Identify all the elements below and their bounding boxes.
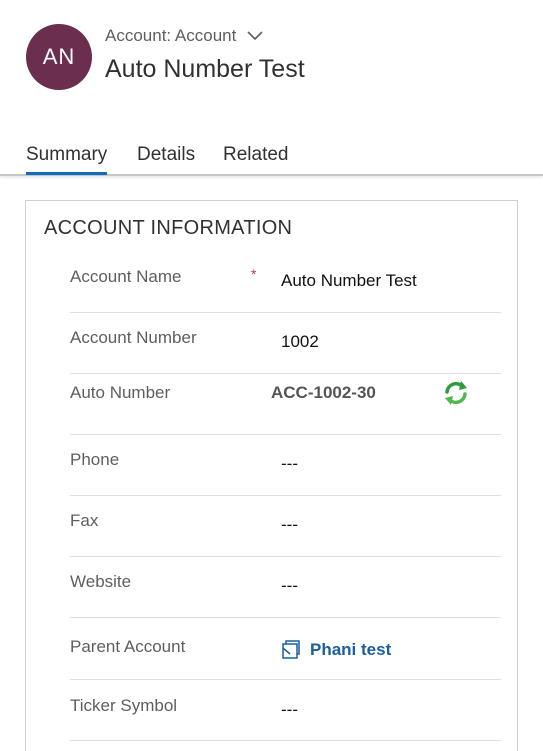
field-account-name: Account Name * Auto Number Test — [70, 252, 501, 313]
field-ticker-symbol: Ticker Symbol --- — [70, 680, 501, 741]
entity-label: Account: Account — [105, 26, 237, 45]
field-auto-number: Auto Number ACC-1002-30 — [70, 374, 501, 435]
field-label: Fax — [70, 511, 99, 530]
field-website: Website --- — [70, 557, 501, 618]
account-form-page: AN Account: Account Auto Number Test Sum… — [0, 0, 543, 751]
tab-summary[interactable]: Summary — [26, 144, 108, 175]
field-parent-account: Parent Account Phani test — [70, 619, 501, 680]
avatar-initials: AN — [42, 44, 76, 69]
field-label: Parent Account — [70, 637, 186, 656]
field-label: Account Number — [70, 328, 197, 347]
account-name-value[interactable]: Auto Number Test — [281, 271, 417, 291]
tab-related[interactable]: Related — [223, 144, 289, 172]
chevron-down-icon[interactable] — [246, 30, 264, 42]
ticker-symbol-value[interactable]: --- — [281, 700, 298, 720]
account-number-value[interactable]: 1002 — [281, 332, 319, 352]
field-label: Account Name — [70, 267, 182, 286]
record-title: Auto Number Test — [105, 55, 305, 83]
refresh-icon[interactable] — [442, 380, 470, 406]
tab-bar: Summary Details Related — [0, 140, 543, 176]
tab-details[interactable]: Details — [137, 144, 195, 172]
required-marker: * — [251, 266, 257, 282]
auto-number-value: ACC-1002-30 — [271, 383, 376, 402]
parent-account-link[interactable]: Phani test — [310, 640, 391, 660]
field-label: Website — [70, 572, 132, 591]
field-label: Phone — [70, 450, 120, 469]
entity-form-selector[interactable]: Account: Account — [105, 26, 264, 46]
account-information-section: ACCOUNT INFORMATION Account Name * Auto … — [25, 200, 518, 751]
lookup-record-icon — [282, 640, 300, 659]
fax-value[interactable]: --- — [281, 515, 298, 535]
field-label: Auto Number — [70, 383, 171, 402]
field-fax: Fax --- — [70, 496, 501, 557]
field-phone: Phone --- — [70, 435, 501, 496]
field-label: Ticker Symbol — [70, 696, 178, 715]
section-title: ACCOUNT INFORMATION — [44, 217, 293, 239]
website-value[interactable]: --- — [281, 576, 298, 596]
phone-value[interactable]: --- — [281, 454, 298, 474]
field-account-number: Account Number 1002 — [70, 313, 501, 374]
avatar: AN — [26, 24, 92, 90]
